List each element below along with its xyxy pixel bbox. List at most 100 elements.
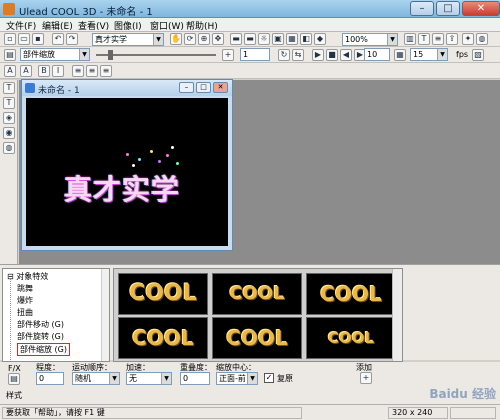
text-icon[interactable]: T [418,33,430,45]
object-combo[interactable]: 部件缩放 ▼ [20,48,90,61]
pan-icon[interactable]: ✋ [170,33,182,45]
play-icon[interactable]: ▶ [312,49,324,61]
align-left-icon[interactable]: ≡ [72,65,84,77]
thumb-text: COOL [226,326,288,350]
move-icon[interactable]: ✥ [212,33,224,45]
tree-scrollbar[interactable] [101,269,109,361]
effect-thumb[interactable]: COOL [212,273,302,315]
tree-item-part-rotate[interactable]: 部件旋转 (G) [17,331,64,342]
undo-icon[interactable]: ↶ [52,33,64,45]
restore-checkbox[interactable]: ✓ [264,373,274,383]
italic-icon[interactable]: I [52,65,64,77]
fx-icon[interactable]: ▤ [8,373,20,385]
keyframe-add-icon[interactable]: + [222,49,234,61]
menu-image[interactable]: 图像(I) [114,19,142,32]
preview-canvas[interactable]: 真才实学 [26,98,228,246]
maximize-button[interactable]: □ [436,1,460,16]
globe-icon[interactable]: ◍ [3,142,15,154]
new-file-icon[interactable]: ▫ [4,33,16,45]
doc-minimize-button[interactable]: – [179,82,194,93]
object-icon[interactable]: ▤ [4,49,16,61]
doc-close-button[interactable]: ✕ [213,82,228,93]
frame-field[interactable]: 1 [240,48,270,61]
minimize-button[interactable]: – [410,1,434,16]
redo-icon[interactable]: ↷ [66,33,78,45]
timeline-slider[interactable] [96,54,216,56]
sparkle [126,153,129,156]
accel-combo[interactable]: 无 ▼ [126,372,172,385]
effect-thumb[interactable]: COOL [306,273,396,315]
effect-thumb-selected[interactable]: COOL [306,317,396,359]
effect-gallery[interactable]: COOL COOL COOL COOL COOL COOL [113,268,403,362]
extrude-icon[interactable]: ▬ [244,33,256,45]
sparkle [171,146,174,149]
center-combo[interactable]: 正面-前 ▼ [216,372,258,385]
rotate-icon[interactable]: ⟳ [184,33,196,45]
tree-item-explode[interactable]: 爆炸 [17,295,33,306]
doc-maximize-button[interactable]: □ [196,82,211,93]
watermark: Baidu 经验 [429,387,496,401]
output-icon[interactable]: ⇪ [446,33,458,45]
thumb-text: COOL [229,283,285,304]
tree-item-part-scale[interactable]: 部件缩放 (G) [17,343,70,356]
align-right-icon[interactable]: ≡ [100,65,112,77]
align-center-icon[interactable]: ≡ [86,65,98,77]
menu-view[interactable]: 查看(V) [78,19,109,32]
density-field[interactable]: 0 [36,372,64,385]
fx-label: F/X [8,364,21,373]
order-combo[interactable]: 随机 ▼ [72,372,120,385]
effect-thumb[interactable]: COOL [118,317,208,359]
insert-shape-icon[interactable]: ◈ [3,112,15,124]
loop-icon[interactable]: ↻ [278,49,290,61]
text-edit-icon[interactable]: A [20,65,32,77]
bevel-icon[interactable]: ▬ [230,33,242,45]
total-frames-field[interactable]: 10 [364,48,390,61]
document-titlebar[interactable]: 未命名 - 1 – □ ✕ [22,80,232,96]
fps-combo[interactable]: 15 ▼ [410,48,448,61]
texture-icon[interactable]: ▦ [286,33,298,45]
open-file-icon[interactable]: ▭ [18,33,30,45]
zoom-combo[interactable]: 100% ▼ [342,33,398,46]
gallery-scrollbar[interactable] [392,269,402,361]
web-icon[interactable]: ◍ [476,33,488,45]
document-window[interactable]: 未命名 - 1 – □ ✕ 真才实学 [21,79,233,251]
insert-text-icon[interactable]: T [3,97,15,109]
font-combo[interactable]: 真才实学 ▼ [92,33,164,46]
pingpong-icon[interactable]: ⇆ [292,49,304,61]
stop-icon[interactable]: ■ [326,49,338,61]
menu-file[interactable]: 文件(F) [6,19,36,32]
save-icon[interactable]: ▪ [32,33,44,45]
timeline-thumb[interactable] [108,50,113,60]
close-button[interactable]: ✕ [462,1,500,16]
frames-icon[interactable]: ▦ [394,49,406,61]
text-create-icon[interactable]: A [4,65,16,77]
add-button[interactable]: + [360,372,372,384]
align-icon[interactable]: ≡ [432,33,444,45]
menu-help[interactable]: 帮助(H) [186,19,218,32]
tree-item-dance[interactable]: 跳舞 [17,283,33,294]
total-frames-value: 10 [367,50,378,59]
tree-root-object-effects[interactable]: ⊟ 对象特效 [7,271,48,282]
effect-thumb[interactable]: COOL [212,317,302,359]
insert-graphic-icon[interactable]: ◉ [3,127,15,139]
color-icon[interactable]: ◆ [314,33,326,45]
effect-thumb[interactable]: COOL [118,273,208,315]
menu-edit[interactable]: 编辑(E) [42,19,73,32]
document-title: 未命名 - 1 [38,86,80,96]
shadow-icon[interactable]: ◧ [300,33,312,45]
menu-window[interactable]: 窗口(W) [150,19,184,32]
scene-icon[interactable]: ▧ [472,49,484,61]
camera-icon[interactable]: ▣ [272,33,284,45]
properties-panel: F/X ▤ 程度： 0 运动顺序： 随机 ▼ 加速： 无 ▼ 重叠度： 0 缩放中心… [0,362,500,404]
tree-item-part-move[interactable]: 部件移动 (G) [17,319,64,330]
effect-icon[interactable]: ✦ [462,33,474,45]
light-icon[interactable]: ☼ [258,33,270,45]
tree-item-twist[interactable]: 扭曲 [17,307,33,318]
bold-icon[interactable]: B [38,65,50,77]
size-icon[interactable]: ▥ [404,33,416,45]
zoom-icon[interactable]: ⊕ [198,33,210,45]
rewind-icon[interactable]: ◀ [340,49,352,61]
select-text-icon[interactable]: T [3,82,15,94]
overlap-field[interactable]: 0 [180,372,210,385]
effect-tree[interactable]: ⊟ 对象特效 跳舞 爆炸 扭曲 部件移动 (G) 部件旋转 (G) 部件缩放 (… [2,268,110,362]
